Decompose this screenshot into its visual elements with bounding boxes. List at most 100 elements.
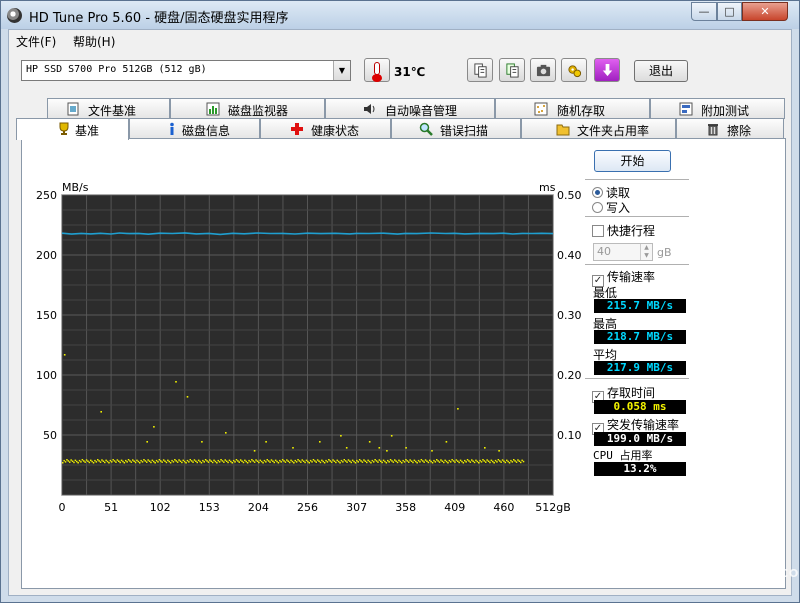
write-option[interactable]: 写入 [592,199,630,216]
access-time-point [228,459,231,462]
access-time-point [438,461,441,463]
y-right-tick-label: 0.50 [557,189,582,202]
access-time-point [350,461,352,464]
x-tick-label: 460 [493,501,514,514]
tab-label: 擦除 [727,124,752,138]
divider [585,264,689,265]
access-time-point [305,459,308,462]
access-label: 存取时间 [607,386,656,400]
title-bar[interactable]: HD Tune Pro 5.60 - 硬盘/固态硬盘实用程序 — □ ✕ [1,1,799,29]
access-time-point [259,459,261,462]
access-value: 0.058 ms [594,400,686,414]
stepper-arrows-icon[interactable]: ▲ ▼ [640,244,652,260]
radio-read[interactable] [592,187,603,198]
access-time-point [409,459,411,461]
toolbar: HP SSD S700 Pro 512GB (512 gB) ▼ 31℃ 退出 [9,52,791,90]
tab-label: 磁盘监视器 [228,104,289,118]
download-icon [602,63,613,77]
access-time-point [111,461,113,463]
access-time-point [284,461,287,463]
watermark-url: WWW.WSTX.COM [691,567,800,580]
access-time-point [127,459,130,461]
drive-select[interactable]: HP SSD S700 Pro 512GB (512 gB) ▼ [21,60,351,81]
temperature-button[interactable] [364,58,390,82]
quick-size-stepper[interactable]: 40 ▲ ▼ [593,243,653,261]
tab-file-benchmark[interactable]: 文件基准 [47,98,170,119]
options-button[interactable] [561,58,587,82]
folder-icon [556,124,570,136]
access-time-point [112,459,114,461]
access-time-point [385,462,388,464]
access-time-point [357,461,359,463]
access-time-point [343,459,345,461]
tab-disk-info[interactable]: 磁盘信息 [129,118,260,139]
access-time-point [382,459,385,462]
access-time-point [273,461,275,464]
menu-help[interactable]: 帮助(H) [73,33,115,50]
tab-disk-monitor[interactable]: 磁盘监视器 [170,98,325,119]
menu-file[interactable]: 文件(F) [16,33,56,50]
tab-random-access[interactable]: 随机存取 [495,98,650,119]
access-time-point [497,459,500,461]
access-time-point [454,461,456,463]
tab-error-scan[interactable]: 错误扫描 [391,118,521,139]
access-time-point [197,459,200,462]
copy-all-button[interactable] [499,58,525,82]
access-time-point [459,459,462,462]
access-time-point [430,460,432,463]
exit-button[interactable]: 退出 [634,60,688,82]
radio-write[interactable] [592,202,603,213]
access-time-point [448,459,451,462]
minimize-button[interactable]: — [691,2,717,21]
access-time-point [315,461,317,463]
access-time-point [344,460,347,462]
tab-erase[interactable]: 擦除 [676,118,784,139]
screenshot-button[interactable] [530,58,556,82]
access-time-point [189,459,191,461]
access-time-point [74,459,77,462]
access-time-point [429,459,431,462]
file-benchmark-icon [67,102,79,116]
access-time-point [78,459,81,462]
access-time-point [469,461,472,463]
access-time-point [206,460,208,462]
access-time-point [399,460,402,463]
access-time-point [235,459,238,461]
tab-label: 文件夹占用率 [577,124,650,138]
access-time-point [269,461,271,463]
close-button[interactable]: ✕ [742,2,788,21]
access-time-point [522,460,525,463]
access-time-point [218,461,221,463]
access-time-point [328,459,330,461]
access-time-point [351,459,354,462]
tab-benchmark[interactable]: 基准 [16,118,129,140]
access-time-point [381,461,383,464]
chevron-down-icon[interactable]: ▼ [333,61,350,80]
access-time-point [405,459,407,461]
y-right-tick-label: 0.20 [557,369,582,382]
access-time-point [146,461,148,463]
access-time-point [221,460,224,462]
access-time-point [241,460,243,462]
access-time-point [83,460,85,462]
tab-extra-tests[interactable]: 附加测试 [650,98,785,119]
maximize-button[interactable]: □ [717,2,742,21]
tab-health[interactable]: 健康状态 [260,118,391,139]
access-time-point [204,459,207,461]
access-time-point [354,462,357,464]
access-time-point [358,459,361,461]
access-time-point [279,459,281,462]
access-time-point [154,462,156,464]
start-button[interactable]: 开始 [594,150,671,172]
save-button[interactable] [594,58,620,82]
tab-folder-usage[interactable]: 文件夹占用率 [521,118,676,139]
copy-info-button[interactable] [467,58,493,82]
tab-noise-management[interactable]: 自动噪音管理 [325,98,495,119]
tab-label: 健康状态 [311,124,360,138]
quick-option[interactable]: 快捷行程 [592,222,655,239]
trophy-icon [59,122,69,135]
access-time-point [262,462,264,464]
access-time-point [108,462,110,464]
tab-label: 附加测试 [701,104,750,118]
quick-checkbox[interactable] [592,225,604,237]
